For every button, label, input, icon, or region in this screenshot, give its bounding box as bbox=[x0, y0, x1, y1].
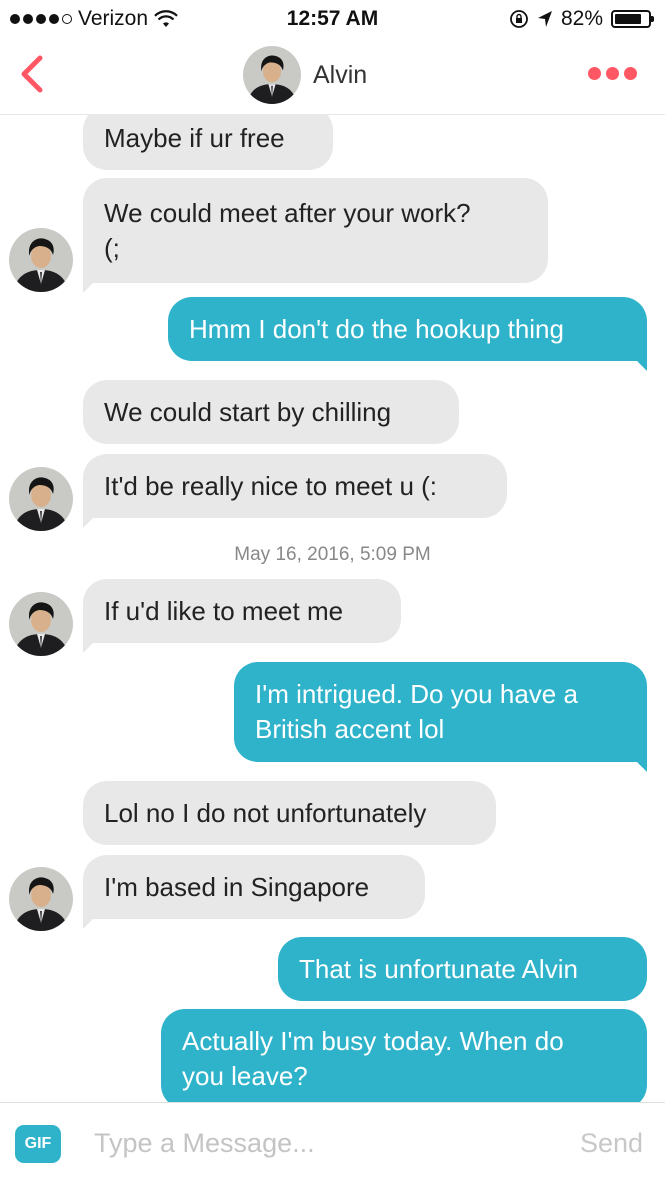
location-arrow-icon bbox=[537, 11, 552, 27]
message-timestamp: May 16, 2016, 5:09 PM bbox=[234, 544, 431, 565]
bubble-tail bbox=[637, 361, 647, 371]
message-bubble-outgoing[interactable]: Hmm I don't do the hookup thing bbox=[168, 297, 647, 361]
contact-name: Alvin bbox=[313, 60, 368, 89]
message-text: Actually I'm busy today. When do you lea… bbox=[182, 1026, 564, 1091]
message-text: Maybe if ur free bbox=[104, 122, 285, 153]
bubble-tail bbox=[83, 283, 93, 293]
message-bubble-incoming[interactable]: We could start by chilling bbox=[83, 380, 459, 444]
message-bubble-incoming[interactable]: If u'd like to meet me bbox=[83, 579, 401, 643]
contact-avatar-small[interactable] bbox=[9, 467, 73, 531]
status-bar: Verizon 12:57 AM 82% bbox=[0, 0, 665, 38]
message-bubble-outgoing[interactable]: I'm intrigued. Do you have a British acc… bbox=[234, 662, 647, 762]
contact-avatar-small[interactable] bbox=[9, 228, 73, 292]
message-list[interactable]: Maybe if ur free We could meet after you… bbox=[0, 114, 665, 1102]
message-text: We could start by chilling bbox=[104, 396, 392, 427]
more-dots-icon bbox=[588, 67, 601, 80]
status-right: 82% bbox=[509, 7, 654, 31]
orientation-lock-icon bbox=[510, 10, 528, 28]
message-text: I'm based in Singapore bbox=[104, 871, 370, 902]
contact-avatar[interactable] bbox=[243, 46, 301, 104]
message-text: Hmm I don't do the hookup thing bbox=[189, 313, 564, 344]
gif-button[interactable]: GIF bbox=[15, 1125, 61, 1163]
message-bubble-incoming[interactable]: Maybe if ur free bbox=[83, 114, 333, 170]
bubble-tail bbox=[83, 643, 93, 653]
message-bubble-incoming[interactable]: We could meet after your work? (; bbox=[83, 178, 548, 283]
message-bubble-outgoing[interactable]: That is unfortunate Alvin bbox=[278, 937, 647, 1001]
message-text: We could meet after your work? (; bbox=[104, 197, 471, 263]
message-bubble-incoming[interactable]: It'd be really nice to meet u (: bbox=[83, 454, 507, 518]
contact-avatar-small[interactable] bbox=[9, 592, 73, 656]
message-text: If u'd like to meet me bbox=[104, 595, 344, 626]
message-bubble-outgoing[interactable]: Actually I'm busy today. When do you lea… bbox=[161, 1009, 647, 1102]
chevron-left-icon bbox=[21, 55, 43, 93]
message-text: I'm intrigued. Do you have a British acc… bbox=[255, 679, 578, 744]
bubble-tail bbox=[637, 762, 647, 772]
message-composer: GIF Send bbox=[0, 1102, 665, 1183]
conversation-header: Alvin bbox=[0, 38, 665, 115]
message-text: That is unfortunate Alvin bbox=[299, 953, 578, 984]
message-text: It'd be really nice to meet u (: bbox=[104, 470, 438, 501]
bubble-tail bbox=[83, 919, 93, 929]
back-button[interactable] bbox=[12, 52, 52, 96]
contact-avatar-small[interactable] bbox=[9, 867, 73, 931]
message-bubble-incoming[interactable]: Lol no I do not unfortunately bbox=[83, 781, 496, 845]
send-button[interactable]: Send bbox=[580, 1128, 643, 1159]
message-bubble-incoming[interactable]: I'm based in Singapore bbox=[83, 855, 425, 919]
battery-icon bbox=[611, 10, 654, 28]
contact-info[interactable]: Alvin bbox=[243, 46, 367, 104]
bubble-tail bbox=[83, 518, 93, 528]
more-options-button[interactable] bbox=[588, 67, 637, 80]
message-text: Lol no I do not unfortunately bbox=[104, 797, 427, 828]
message-input[interactable] bbox=[90, 1121, 538, 1165]
battery-percent: 82% bbox=[560, 7, 603, 30]
